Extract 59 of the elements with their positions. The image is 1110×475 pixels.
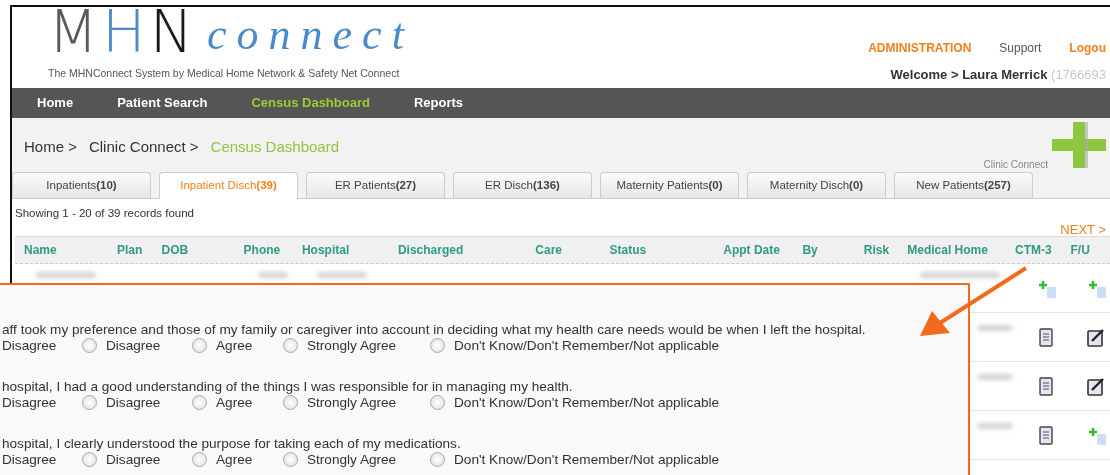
census-tab[interactable]: Maternity Patients(0) xyxy=(600,172,739,198)
clinic-connect-label: Clinic Connect xyxy=(983,158,1048,172)
blurred-text xyxy=(36,272,96,278)
column-header: By xyxy=(802,242,819,259)
blurred-text xyxy=(977,325,1013,331)
column-header: Plan xyxy=(116,242,144,259)
nav-link[interactable]: Census Dashboard xyxy=(251,93,370,113)
nav-link[interactable]: Patient Search xyxy=(117,93,208,113)
question-text: hospital, I had a good understanding of the things I was responsible for in managing my health. xyxy=(2,379,573,394)
edit-icon[interactable] xyxy=(1085,327,1107,349)
breadcrumb-link[interactable]: Clinic Connect > xyxy=(88,136,199,159)
breadcrumb-link[interactable]: Home > xyxy=(24,136,77,159)
plus-logo-icon xyxy=(1052,122,1106,168)
edit-icon[interactable] xyxy=(1085,376,1107,398)
option-label: Disagree xyxy=(2,337,57,354)
radio-option[interactable]: Disagree xyxy=(82,394,161,411)
radio-option[interactable]: Don't Know/Don't Remember/Not applicable xyxy=(430,394,720,411)
blurred-text xyxy=(317,272,367,278)
option-label: Disagree xyxy=(2,451,57,468)
column-header: CTM-3 xyxy=(1015,242,1053,259)
column-header: Medical Home xyxy=(907,242,989,259)
column-header: Phone xyxy=(243,242,282,259)
column-header: Discharged xyxy=(397,242,465,259)
question-text: hospital, I clearly understood the purpose for taking each of my medications. xyxy=(2,436,461,451)
column-header: Care xyxy=(535,242,564,259)
radio-option[interactable]: Don't Know/Don't Remember/Not applicable xyxy=(430,337,720,354)
census-tab[interactable]: Maternity Disch(0) xyxy=(747,172,886,198)
radio-option[interactable]: Strongly Agree xyxy=(283,337,397,354)
radio-option[interactable]: Agree xyxy=(192,451,253,468)
question-text: aff took my preference and those of my family or caregiver into account in deciding what my health care needs would be when I left the hospital. xyxy=(2,322,866,337)
column-header: Appt Date xyxy=(723,242,781,259)
logo-tagline: The MHNConnect System by Medical Home Network & Safety Net Connect xyxy=(48,66,401,81)
radio-option[interactable]: Don't Know/Don't Remember/Not applicable xyxy=(430,451,720,468)
blurred-text xyxy=(977,423,1013,429)
census-tab[interactable]: ER Disch(136) xyxy=(453,172,592,198)
radio-option[interactable]: Agree xyxy=(192,394,253,411)
census-tab[interactable]: ER Patients(27) xyxy=(306,172,445,198)
blurred-text xyxy=(258,272,288,278)
census-tab[interactable]: Inpatients(10) xyxy=(12,172,151,198)
records-count: Showing 1 - 20 of 39 records found xyxy=(14,206,195,220)
header-link[interactable]: Support xyxy=(999,41,1042,55)
blurred-text xyxy=(977,374,1013,380)
nav-link[interactable]: Reports xyxy=(413,93,464,113)
nav-link[interactable]: Home xyxy=(37,93,74,113)
radio-option[interactable]: Agree xyxy=(192,337,253,354)
column-header: Status xyxy=(609,242,648,259)
option-label: Disagree xyxy=(2,394,57,411)
column-header: Risk xyxy=(863,242,891,259)
radio-option[interactable]: Disagree xyxy=(82,337,161,354)
column-header: Name xyxy=(24,242,58,259)
radio-option[interactable]: Strongly Agree xyxy=(283,394,397,411)
census-tab[interactable]: New Patients(257) xyxy=(894,172,1033,198)
logo-letters: M H N xyxy=(48,7,198,57)
column-header: DOB xyxy=(161,242,190,259)
radio-option[interactable]: Strongly Agree xyxy=(283,451,397,468)
logo-word: connect xyxy=(207,13,414,57)
column-header: F/U xyxy=(1070,242,1091,259)
column-header: Hospital xyxy=(301,242,351,259)
radio-option[interactable]: Disagree xyxy=(82,451,161,468)
